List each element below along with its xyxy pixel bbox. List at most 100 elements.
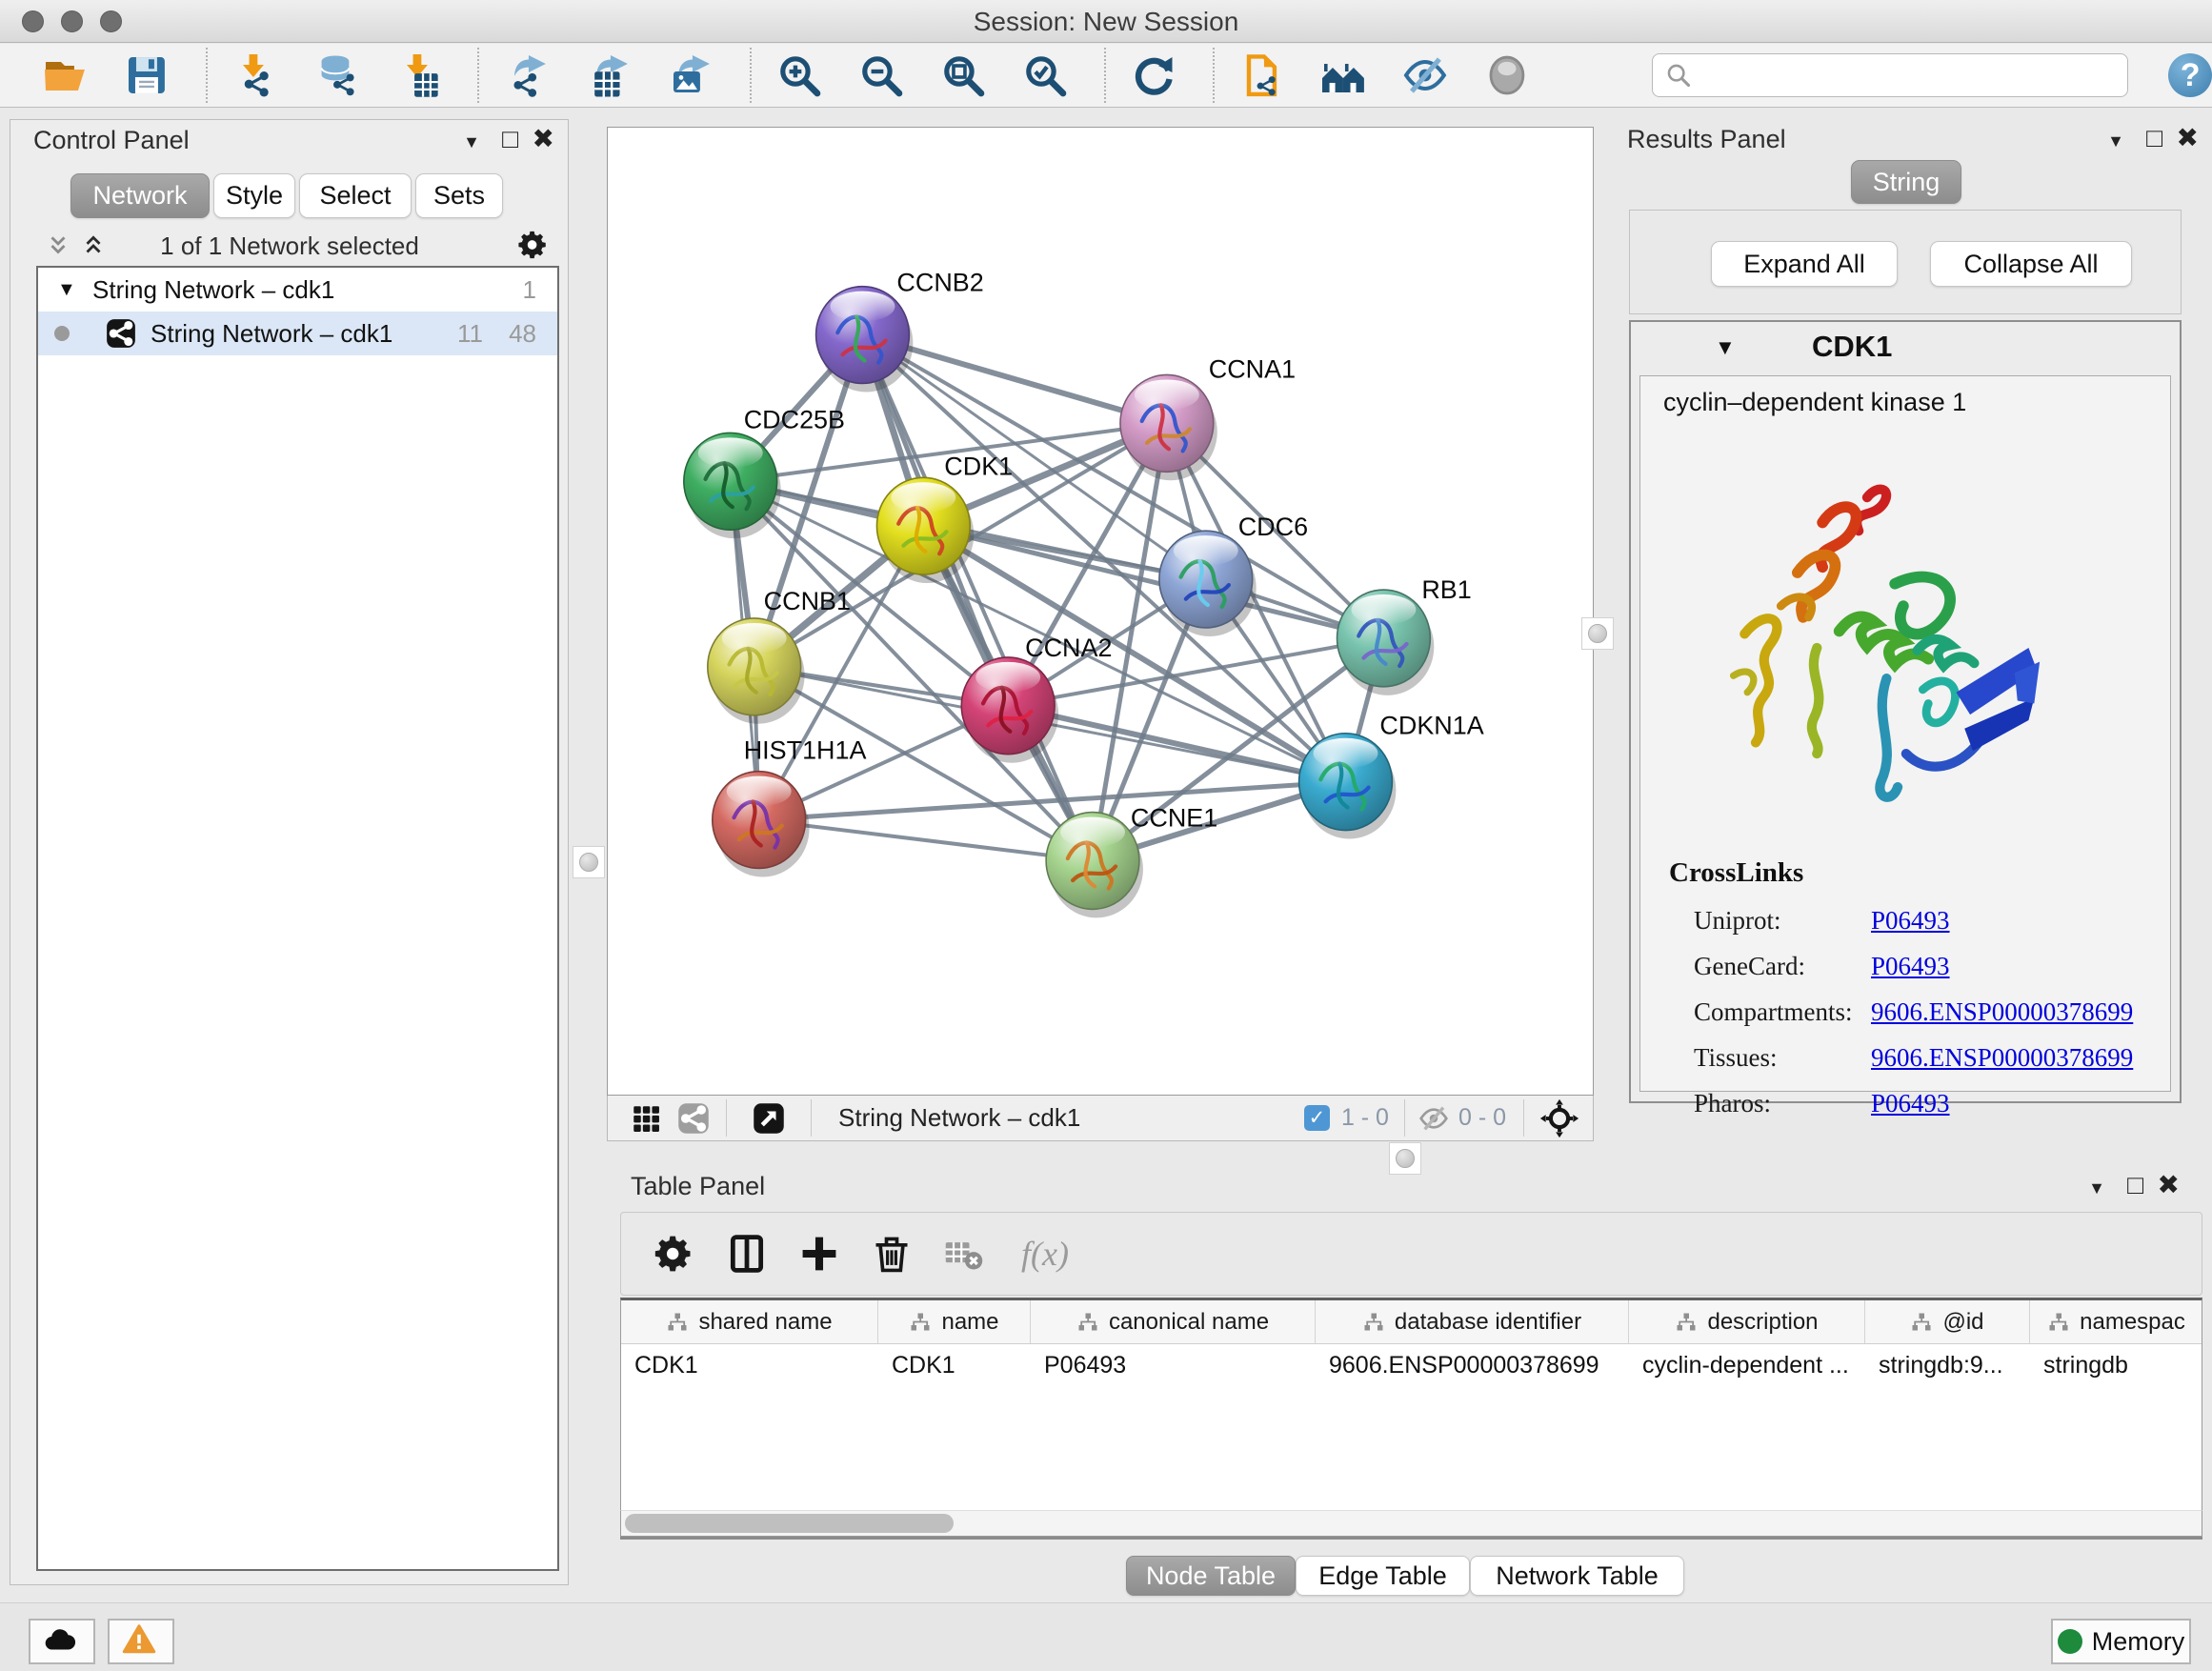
network-options-gear-icon[interactable] <box>517 229 550 261</box>
export-table-icon[interactable] <box>586 52 632 98</box>
refresh-icon[interactable] <box>1131 52 1176 98</box>
column-header-canonicalname[interactable]: canonical name <box>1031 1300 1316 1344</box>
zoom-out-icon[interactable] <box>858 52 904 98</box>
search-input[interactable] <box>1652 53 2128 97</box>
control-panel-float-icon[interactable]: □ <box>502 125 518 153</box>
import-database-icon[interactable] <box>314 52 360 98</box>
export-image-icon[interactable] <box>668 52 714 98</box>
tab-edge-table[interactable]: Edge Table <box>1296 1556 1470 1596</box>
left-splitter-handle[interactable] <box>573 846 605 878</box>
export-network-icon[interactable] <box>504 52 550 98</box>
houses-icon[interactable] <box>1320 52 1366 98</box>
cloud-icon <box>43 1622 81 1661</box>
string-network-graph[interactable]: CCNB2CCNA1CDC25BCDK1CDC6RB1CCNB1CCNA2CDK… <box>608 128 1593 1095</box>
open-folder-icon[interactable] <box>42 52 88 98</box>
table-cell[interactable]: cyclin-dependent ... <box>1629 1344 1865 1386</box>
expand-all-button[interactable]: Expand All <box>1711 241 1898 287</box>
tab-node-table[interactable]: Node Table <box>1126 1556 1296 1596</box>
warnings-button[interactable] <box>108 1619 174 1664</box>
hidden-eye-slash-icon[interactable] <box>1418 1103 1449 1134</box>
zoom-in-icon[interactable] <box>776 52 822 98</box>
right-splitter-handle[interactable] <box>1581 617 1614 650</box>
share-view-icon[interactable] <box>676 1101 711 1136</box>
birdseye-view-icon[interactable] <box>752 1101 786 1136</box>
open-network-file-icon[interactable] <box>1239 52 1285 98</box>
tab-select[interactable]: Select <box>299 173 412 218</box>
network-node-CDK1[interactable]: CDK1 <box>876 452 1013 583</box>
eye-icon[interactable] <box>1484 52 1530 98</box>
tree-expander-icon[interactable]: ▼ <box>57 279 76 301</box>
network-node-CDC6[interactable]: CDC6 <box>1159 513 1308 636</box>
column-header-sharedname[interactable]: shared name <box>621 1300 878 1344</box>
node-label-CCNA2: CCNA2 <box>1025 634 1112 662</box>
tab-network[interactable]: Network <box>70 173 210 218</box>
import-table-icon[interactable] <box>396 52 442 98</box>
column-header-namespac[interactable]: namespac <box>2030 1300 2202 1344</box>
scrollbar-thumb[interactable] <box>625 1514 954 1533</box>
crosslink-link[interactable]: P06493 <box>1871 952 1950 981</box>
network-edge-CCNB2-CCNE1[interactable] <box>862 335 1093 861</box>
fit-selected-crosshair-icon[interactable] <box>1539 1098 1579 1138</box>
results-panel-float-icon[interactable]: □ <box>2146 124 2162 152</box>
network-node-CCNE1[interactable]: CCNE1 <box>1046 804 1217 918</box>
network-view-canvas[interactable]: CCNB2CCNA1CDC25BCDK1CDC6RB1CCNB1CCNA2CDK… <box>607 127 1594 1096</box>
collapse-all-button[interactable]: Collapse All <box>1930 241 2132 287</box>
tab-string[interactable]: String <box>1851 160 1961 204</box>
table-panel-close-icon[interactable]: ✖ <box>2158 1171 2180 1199</box>
node-label-CCNA1: CCNA1 <box>1209 354 1296 383</box>
table-plus-icon[interactable] <box>798 1233 840 1275</box>
network-node-RB1[interactable]: RB1 <box>1337 575 1472 695</box>
grid-view-icon[interactable] <box>629 1101 663 1136</box>
crosslink-link[interactable]: 9606.ENSP00000378699 <box>1871 997 2133 1027</box>
table-cell[interactable]: P06493 <box>1031 1344 1316 1386</box>
column-header-name[interactable]: name <box>878 1300 1031 1344</box>
table-cell[interactable]: CDK1 <box>621 1344 878 1386</box>
section-collapse-icon[interactable]: ▼ <box>1715 335 1736 360</box>
table-panel-collapse-icon[interactable]: ▼ <box>2088 1174 2105 1202</box>
network-row[interactable]: String Network – cdk1 11 48 <box>38 312 557 355</box>
table-gear-icon[interactable] <box>654 1233 695 1275</box>
function-builder-icon[interactable]: f(x) <box>1021 1234 1069 1274</box>
table-cell[interactable]: stringdb <box>2030 1344 2202 1386</box>
table-cell[interactable]: CDK1 <box>878 1344 1031 1386</box>
control-panel-close-icon[interactable]: ✖ <box>533 125 554 153</box>
network-node-CDKN1A[interactable]: CDKN1A <box>1299 712 1484 839</box>
table-panel-float-icon[interactable]: □ <box>2127 1171 2143 1199</box>
node-table[interactable]: shared nameCDK1nameCDK1canonical nameP06… <box>620 1298 2202 1510</box>
crosslink-link[interactable]: 9606.ENSP00000378699 <box>1871 1043 2133 1073</box>
save-icon[interactable] <box>124 52 170 98</box>
help-icon[interactable]: ? <box>2168 53 2212 97</box>
cdk1-section-header[interactable]: ▼ CDK1 <box>1631 322 2180 375</box>
crosslink-link[interactable]: P06493 <box>1871 906 1950 936</box>
network-node-CCNB1[interactable]: CCNB1 <box>708 587 851 724</box>
table-trash-icon[interactable] <box>871 1233 913 1275</box>
selected-nodes-checkbox[interactable]: ✓ <box>1304 1105 1330 1131</box>
crosslink-link[interactable]: P06493 <box>1871 1089 1950 1118</box>
tab-style[interactable]: Style <box>213 173 295 218</box>
cytoscape-window: Session: New Session ? Control Panel ▼ □… <box>0 0 2212 1671</box>
network-collection-row[interactable]: ▼ String Network – cdk1 1 <box>38 268 557 312</box>
table-columns-icon[interactable] <box>726 1233 768 1275</box>
network-node-HIST1H1A[interactable]: HIST1H1A <box>713 736 867 877</box>
memory-button[interactable]: Memory <box>2051 1619 2191 1664</box>
table-table-delete-icon[interactable] <box>943 1233 985 1275</box>
column-header-id[interactable]: @id <box>1865 1300 2030 1344</box>
network-edge-CCNA2-CDKN1A[interactable] <box>1008 706 1345 782</box>
cloud-status-button[interactable] <box>29 1619 95 1664</box>
column-header-description[interactable]: description <box>1629 1300 1865 1344</box>
zoom-fit-icon[interactable] <box>940 52 986 98</box>
results-panel-close-icon[interactable]: ✖ <box>2177 124 2199 152</box>
toolbar-separator <box>206 48 208 103</box>
tab-network-table[interactable]: Network Table <box>1470 1556 1684 1596</box>
table-cell[interactable]: 9606.ENSP00000378699 <box>1316 1344 1629 1386</box>
tab-sets[interactable]: Sets <box>415 173 503 218</box>
table-cell[interactable]: stringdb:9... <box>1865 1344 2030 1386</box>
eye-slash-icon[interactable] <box>1402 52 1448 98</box>
control-panel-collapse-icon[interactable]: ▼ <box>463 128 480 156</box>
network-node-CCNB2[interactable]: CCNB2 <box>816 269 984 393</box>
import-network-icon[interactable] <box>232 52 278 98</box>
column-header-databaseidentifier[interactable]: database identifier <box>1316 1300 1629 1344</box>
table-horizontal-scrollbar[interactable] <box>620 1510 2202 1537</box>
zoom-selected-icon[interactable] <box>1022 52 1068 98</box>
results-panel-collapse-icon[interactable]: ▼ <box>2107 127 2124 155</box>
